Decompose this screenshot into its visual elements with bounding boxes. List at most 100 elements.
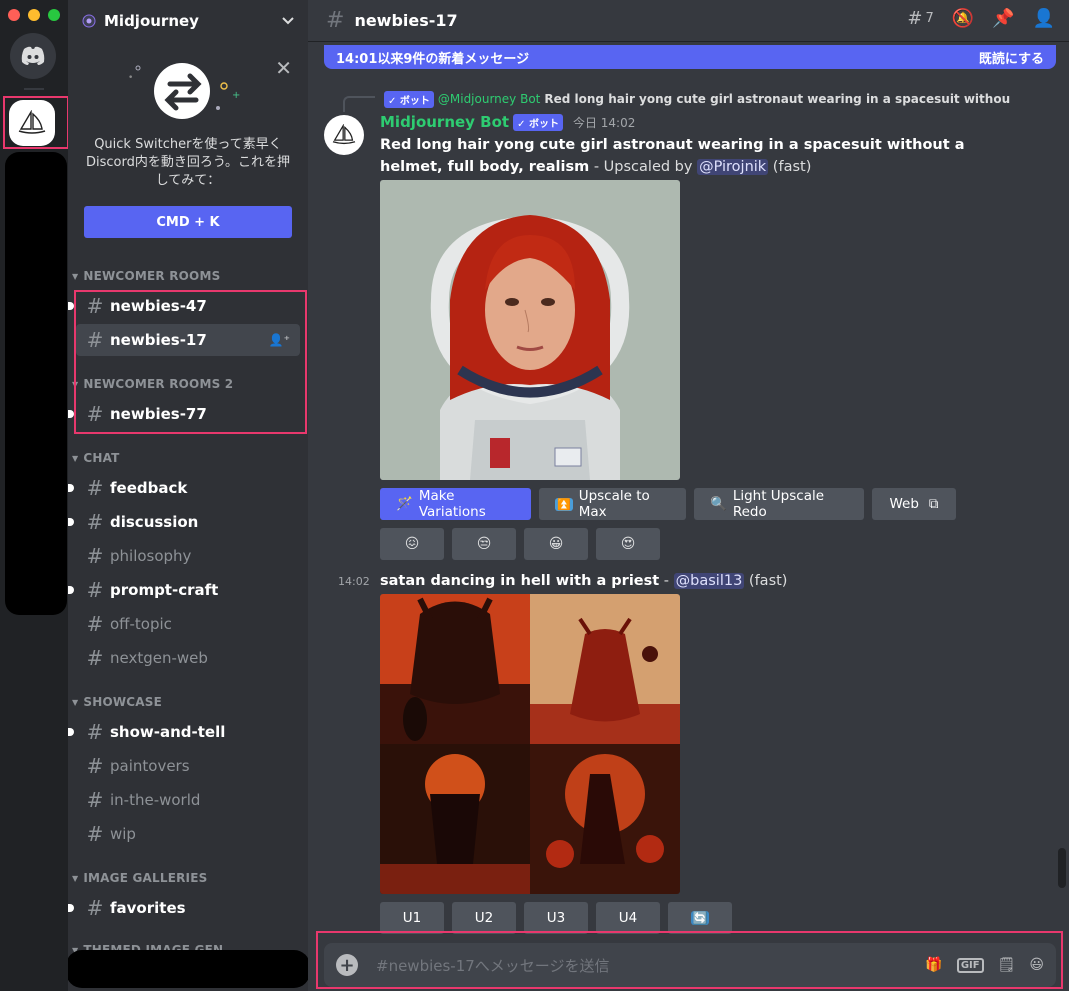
gif-icon[interactable]: GIF (956, 957, 984, 973)
astronaut-image[interactable] (380, 180, 680, 480)
grid-image-3 (380, 744, 530, 894)
member-list-icon[interactable]: 👤 (1033, 8, 1055, 29)
category-newcomer-rooms[interactable]: ▼ NEWCOMER ROOMS (72, 266, 220, 286)
user-mention[interactable]: @Pirojnik (697, 159, 769, 175)
quick-switcher-button[interactable]: CMD + K (84, 206, 292, 238)
u1-button[interactable]: U1 (380, 902, 444, 934)
emoji-icon[interactable]: 😃 (1029, 957, 1044, 973)
switch-arrows-icon: + • (128, 63, 240, 119)
midjourney-server-icon[interactable] (9, 100, 55, 146)
composer-tools: 🎁 GIF 🗒 😃 (925, 957, 1044, 973)
grid-image-1 (380, 594, 530, 744)
hash-icon: # (86, 822, 104, 846)
server-badge-icon (82, 14, 96, 28)
upscale-to-max-button[interactable]: ⏫ Upscale to Max (539, 488, 686, 520)
category-chat[interactable]: ▼ CHAT (72, 448, 120, 468)
channel-paintovers[interactable]: # paintovers (76, 750, 300, 782)
sailboat-icon (18, 110, 46, 134)
channel-label: off-topic (110, 615, 172, 633)
category-label: SHOWCASE (83, 695, 163, 709)
confounded-face-icon[interactable]: 😖 (380, 528, 444, 560)
reply-text: Red long hair yong cute girl astronaut w… (544, 92, 1010, 106)
reply-author[interactable]: @Midjourney Bot (438, 92, 541, 106)
channel-label: philosophy (110, 547, 192, 565)
category-showcase[interactable]: ▼ SHOWCASE (72, 692, 162, 712)
message-author[interactable]: Midjourney Bot (380, 113, 509, 131)
unread-indicator (68, 484, 74, 492)
mark-as-read-button[interactable]: 既読にする (979, 48, 1044, 67)
grinning-face-icon[interactable]: 😀 (524, 528, 588, 560)
window-zoom-button[interactable] (48, 9, 60, 21)
close-icon[interactable]: ✕ (275, 56, 292, 80)
unread-indicator (68, 518, 74, 526)
refresh-icon: 🔄 (690, 911, 710, 925)
channel-nextgen-web[interactable]: # nextgen-web (76, 642, 300, 674)
channel-off-topic[interactable]: # off-topic (76, 608, 300, 640)
category-image-galleries[interactable]: ▼ IMAGE GALLERIES (72, 868, 207, 888)
magic-wand-icon: 🪄 (396, 496, 413, 512)
pin-icon[interactable]: 📌 (992, 8, 1014, 29)
redacted-servers (5, 152, 67, 615)
make-variations-button[interactable]: 🪄 Make Variations (380, 488, 531, 520)
web-link-button[interactable]: Web ⧉ (872, 488, 956, 520)
message1-buttons: 🪄 Make Variations ⏫ Upscale to Max 🔍 Light … (380, 488, 956, 520)
message-author-line: Midjourney Bot ✓ ボット 今日 14:02 (380, 113, 635, 131)
u3-button[interactable]: U3 (524, 902, 588, 934)
scrollbar-thumb[interactable] (1058, 848, 1066, 888)
category-label: NEWCOMER ROOMS (83, 269, 221, 283)
notification-muted-icon[interactable]: 🔕 (952, 8, 974, 29)
reply-preview[interactable]: ✓ ボット @Midjourney Bot Red long hair yong… (380, 90, 1010, 108)
heart-eyes-face-icon[interactable]: 😍 (596, 528, 660, 560)
chat-header: # newbies-17 #7 🔕 📌 👤 (308, 0, 1069, 42)
bot-avatar[interactable] (324, 115, 364, 155)
hash-icon: # (86, 510, 104, 534)
discord-home-button[interactable] (10, 33, 56, 79)
unread-indicator (68, 728, 74, 736)
gift-icon[interactable]: 🎁 (925, 957, 942, 973)
thread-channel-icon: # (86, 578, 104, 602)
channel-discussion[interactable]: # discussion (68, 506, 300, 538)
rail-separator (24, 88, 44, 90)
threads-count: 7 (925, 11, 934, 26)
light-upscale-redo-button[interactable]: 🔍 Light Upscale Redo (694, 488, 864, 520)
unread-indicator (68, 904, 74, 912)
u4-button[interactable]: U4 (596, 902, 660, 934)
message-scrollbar[interactable] (1058, 60, 1066, 930)
category-label: CHAT (83, 451, 120, 465)
unamused-face-icon[interactable]: 😒 (452, 528, 516, 560)
channel-label: favorites (110, 899, 186, 917)
add-attachment-icon[interactable]: + (336, 954, 358, 976)
channel-favorites[interactable]: # favorites (68, 892, 300, 924)
channel-feedback[interactable]: # feedback (68, 472, 300, 504)
new-messages-bar[interactable]: 14:01以来9件の新着メッセージ 既読にする (324, 45, 1056, 69)
channel-wip[interactable]: # wip (76, 818, 300, 850)
image-grid[interactable] (380, 594, 680, 894)
channel-in-the-world[interactable]: # in-the-world (76, 784, 300, 816)
channel-philosophy[interactable]: # philosophy (76, 540, 300, 572)
hash-icon: # (86, 896, 104, 920)
hash-icon: # (86, 612, 104, 636)
dash-text: - (659, 573, 674, 589)
message-composer: + #newbies-17へメッセージを送信 🎁 GIF 🗒 😃 (324, 943, 1056, 987)
channel-prompt-craft[interactable]: # prompt-craft (68, 574, 300, 606)
window-minimize-button[interactable] (28, 9, 40, 21)
quick-switcher-text: Quick Switcherを使って素早くDiscord内を動き回ろう。これを押… (85, 137, 291, 188)
highlight-box (74, 290, 307, 434)
category-label: IMAGE GALLERIES (83, 871, 208, 885)
reply-connector (343, 96, 375, 112)
new-messages-text: 14:01以来9件の新着メッセージ (336, 51, 530, 67)
message-timestamp: 14:02 (338, 575, 370, 588)
bot-badge: ✓ ボット (513, 113, 563, 131)
threads-button[interactable]: #7 (907, 8, 933, 29)
window-close-button[interactable] (8, 9, 20, 21)
channel-show-and-tell[interactable]: # show-and-tell (68, 716, 300, 748)
server-header[interactable]: Midjourney (68, 0, 308, 42)
u2-button[interactable]: U2 (452, 902, 516, 934)
channel-label: discussion (110, 513, 199, 531)
reroll-button[interactable]: 🔄 (668, 902, 732, 934)
user-mention[interactable]: @basil13 (673, 573, 745, 589)
message-input[interactable]: #newbies-17へメッセージを送信 (376, 955, 925, 976)
server-rail (0, 0, 69, 991)
hash-icon: # (86, 754, 104, 778)
sticker-icon[interactable]: 🗒 (998, 957, 1016, 973)
